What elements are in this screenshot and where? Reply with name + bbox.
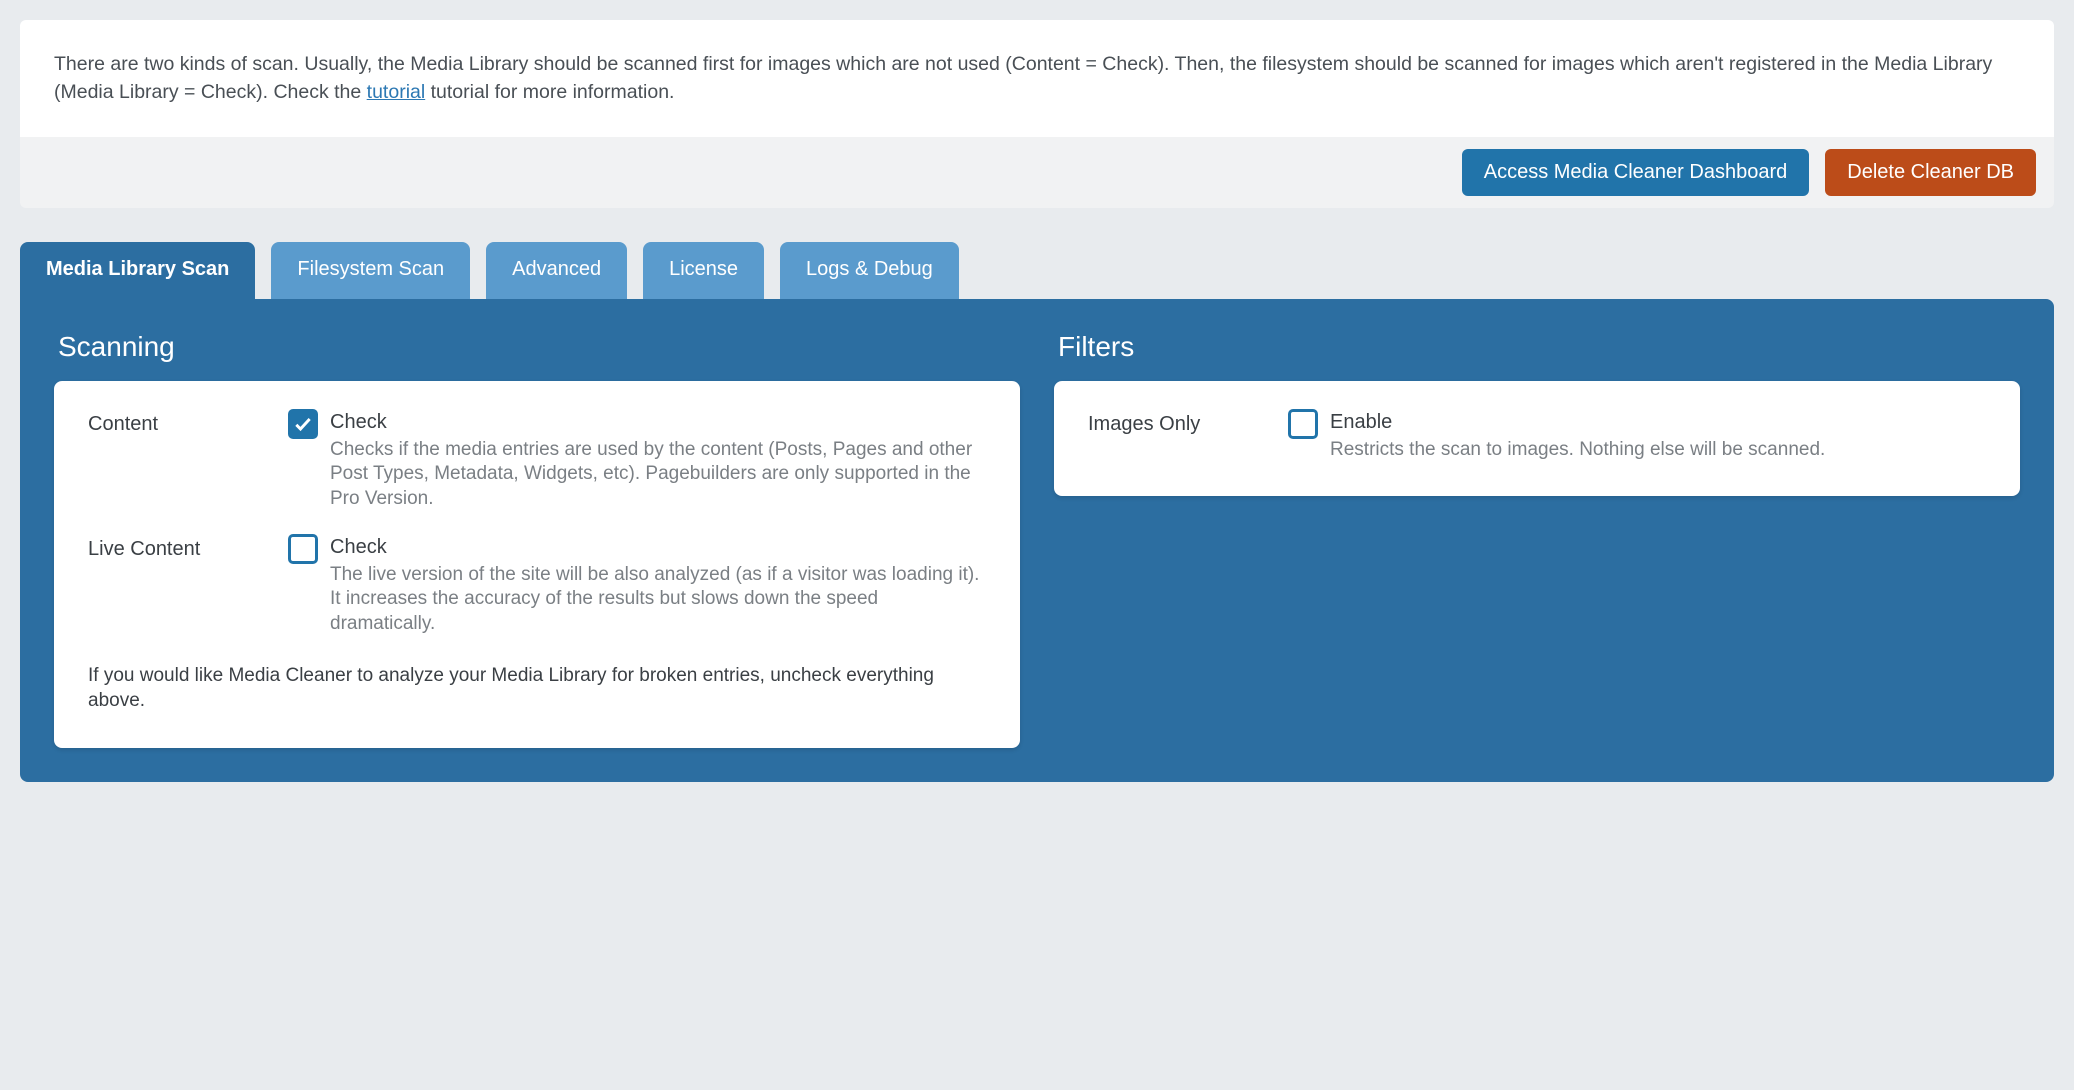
action-bar: Access Media Cleaner Dashboard Delete Cl… bbox=[20, 137, 2054, 208]
scanning-section: Scanning Content Check Checks if the med… bbox=[54, 325, 1020, 748]
tab-logs-debug[interactable]: Logs & Debug bbox=[780, 242, 959, 299]
scanning-footnote: If you would like Media Cleaner to analy… bbox=[88, 663, 986, 714]
info-text-a: There are two kinds of scan. Usually, th… bbox=[54, 53, 1992, 103]
tutorial-link[interactable]: tutorial bbox=[367, 81, 426, 103]
content-check-label: Check bbox=[330, 409, 986, 434]
info-description: There are two kinds of scan. Usually, th… bbox=[20, 20, 2054, 137]
live-content-check-desc: The live version of the site will be als… bbox=[330, 564, 979, 634]
option-live-content: Live Content Check The live version of t… bbox=[88, 534, 986, 637]
option-images-only-label: Images Only bbox=[1088, 409, 1288, 436]
tab-advanced[interactable]: Advanced bbox=[486, 242, 627, 299]
filters-card: Images Only Enable Restricts the scan to… bbox=[1054, 381, 2020, 497]
scanning-card: Content Check Checks if the media entrie… bbox=[54, 381, 1020, 748]
tab-license[interactable]: License bbox=[643, 242, 764, 299]
delete-cleaner-db-button[interactable]: Delete Cleaner DB bbox=[1825, 149, 2036, 196]
live-content-checkbox[interactable] bbox=[288, 534, 318, 564]
settings-panel: Scanning Content Check Checks if the med… bbox=[20, 299, 2054, 782]
images-only-check-desc: Restricts the scan to images. Nothing el… bbox=[1330, 439, 1825, 460]
filters-title: Filters bbox=[1058, 331, 2020, 363]
check-icon bbox=[293, 414, 313, 434]
option-content-label: Content bbox=[88, 409, 288, 436]
info-text-b: tutorial for more information. bbox=[425, 81, 674, 103]
tab-filesystem-scan[interactable]: Filesystem Scan bbox=[271, 242, 470, 299]
option-images-only: Images Only Enable Restricts the scan to… bbox=[1088, 409, 1986, 463]
tab-media-library-scan[interactable]: Media Library Scan bbox=[20, 242, 255, 299]
access-dashboard-button[interactable]: Access Media Cleaner Dashboard bbox=[1462, 149, 1810, 196]
filters-section: Filters Images Only Enable Restricts the… bbox=[1054, 325, 2020, 497]
live-content-check-label: Check bbox=[330, 534, 986, 559]
scanning-title: Scanning bbox=[58, 331, 1020, 363]
option-live-content-label: Live Content bbox=[88, 534, 288, 561]
option-content: Content Check Checks if the media entrie… bbox=[88, 409, 986, 512]
content-check-desc: Checks if the media entries are used by … bbox=[330, 439, 972, 509]
content-checkbox[interactable] bbox=[288, 409, 318, 439]
images-only-check-label: Enable bbox=[1330, 409, 1986, 434]
tabs-row: Media Library Scan Filesystem Scan Advan… bbox=[20, 242, 2054, 299]
images-only-checkbox[interactable] bbox=[1288, 409, 1318, 439]
